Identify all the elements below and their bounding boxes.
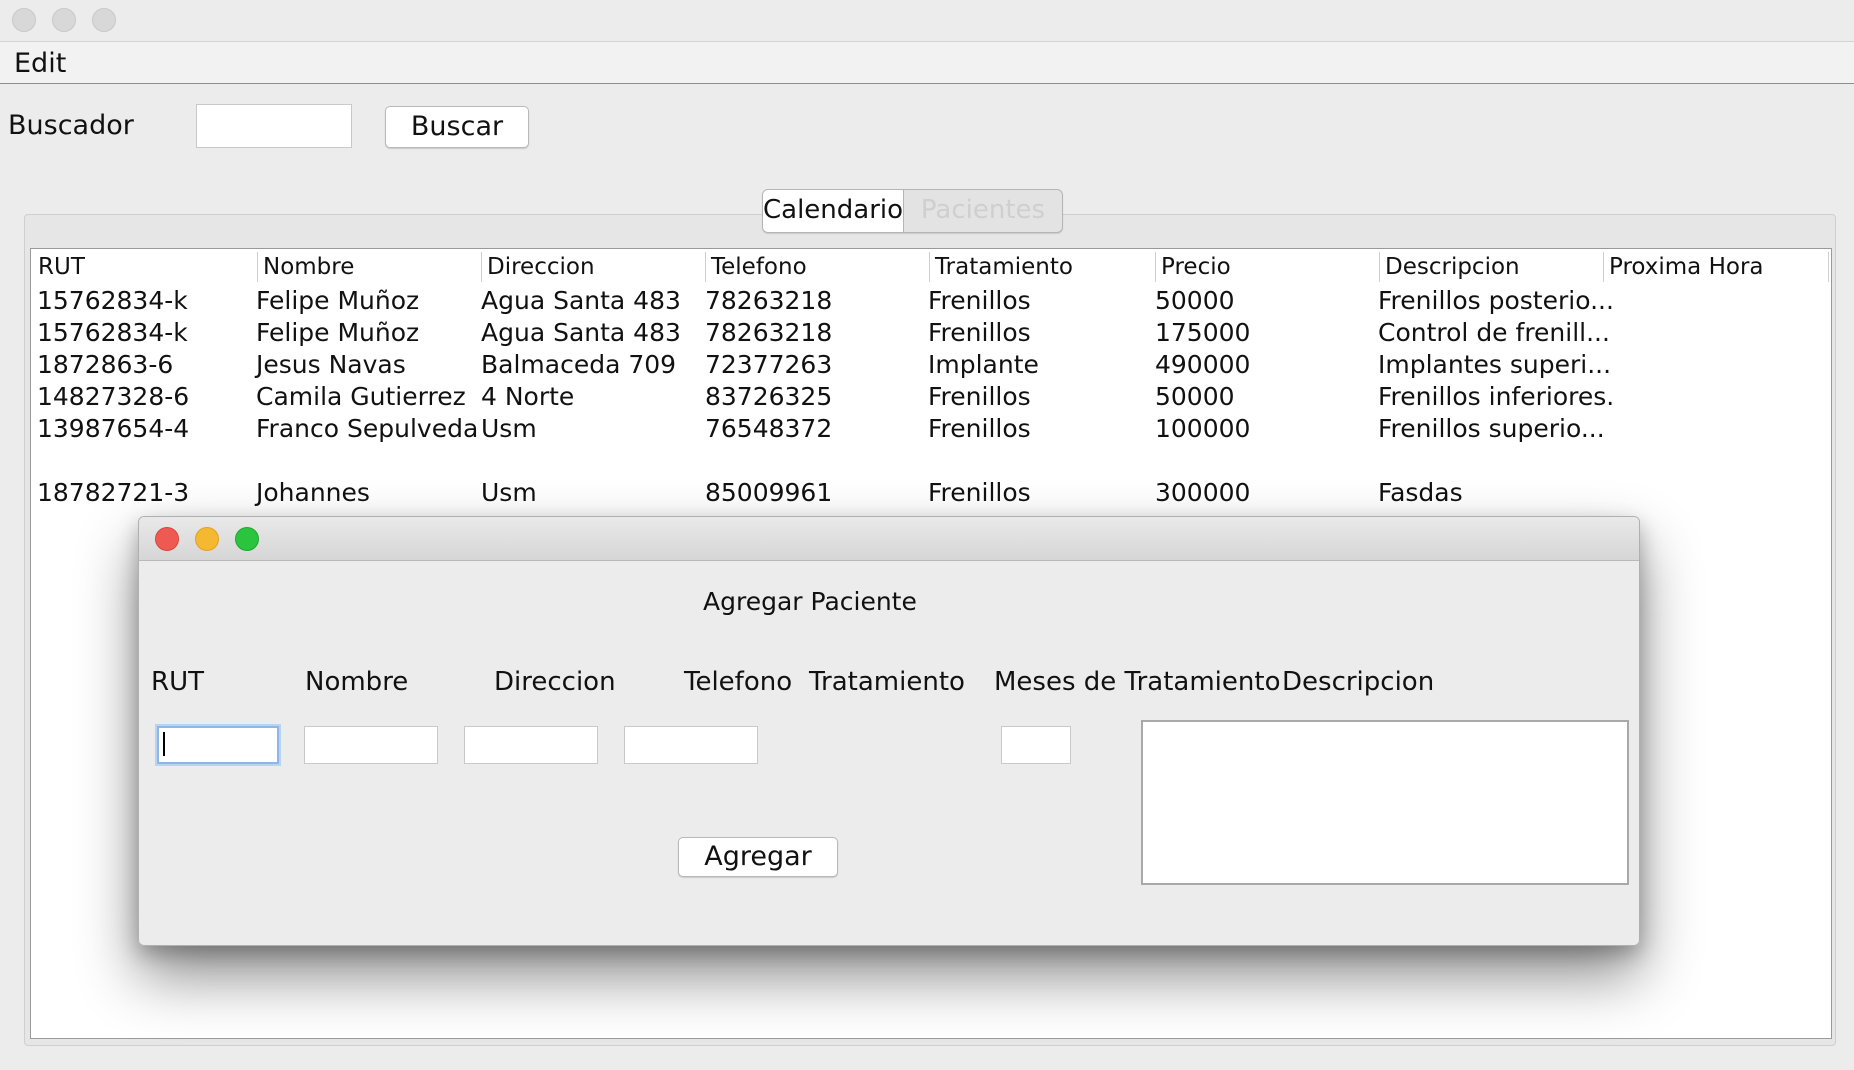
cell-nombre: Jesus Navas (256, 350, 406, 379)
column-header-telefono[interactable]: Telefono (705, 252, 929, 282)
table-row[interactable]: 15762834-k Felipe Muñoz Agua Santa 483 7826… (31, 317, 1831, 349)
cell-direccion: Agua Santa 483 (481, 318, 681, 347)
column-header-descripcion[interactable]: Descripcion (1379, 252, 1603, 282)
label-rut: RUT (151, 667, 204, 697)
main-title-bar (0, 0, 1854, 42)
dialog-close-icon[interactable] (155, 527, 179, 551)
meses-field[interactable] (1001, 726, 1071, 764)
rut-field[interactable] (157, 726, 279, 764)
cell-rut: 15762834-k (37, 286, 188, 315)
cell-nombre: Felipe Muñoz (256, 318, 420, 347)
cell-direccion: 4 Norte (481, 382, 575, 411)
cell-tratamiento: Implante (928, 350, 1039, 379)
table-row[interactable] (31, 445, 1831, 477)
direccion-field[interactable] (464, 726, 598, 764)
cell-tratamiento: Frenillos (928, 478, 1031, 507)
cell-descripcion: Frenillos inferiores. (1378, 382, 1615, 411)
cell-nombre: Johannes (256, 478, 370, 507)
table-row[interactable]: 13987654-4 Franco Sepulveda Usm 76548372 Fre… (31, 413, 1831, 445)
cell-telefono: 78263218 (705, 318, 833, 347)
search-label: Buscador (8, 110, 134, 141)
tab-pacientes[interactable]: Pacientes (904, 190, 1062, 232)
column-header-nombre[interactable]: Nombre (257, 252, 481, 282)
minimize-window-icon[interactable] (52, 8, 76, 32)
column-header-tratamiento[interactable]: Tratamiento (929, 252, 1155, 282)
cell-rut: 18782721-3 (37, 478, 190, 507)
search-input[interactable] (196, 104, 352, 148)
cell-precio: 50000 (1155, 382, 1235, 411)
column-header-proxima-hora[interactable]: Proxima Hora (1603, 252, 1829, 282)
cell-telefono: 83726325 (705, 382, 833, 411)
agregar-paciente-dialog: Agregar Paciente RUT Nombre Direccion Te… (138, 516, 1640, 946)
cell-direccion: Agua Santa 483 (481, 286, 681, 315)
label-direccion: Direccion (494, 667, 616, 697)
cell-direccion: Usm (481, 414, 537, 443)
cell-direccion: Balmaceda 709 (481, 350, 677, 379)
cell-telefono: 76548372 (705, 414, 833, 443)
cell-tratamiento: Frenillos (928, 414, 1031, 443)
cell-nombre: Felipe Muñoz (256, 286, 420, 315)
label-nombre: Nombre (305, 667, 409, 697)
telefono-field[interactable] (624, 726, 758, 764)
cell-rut: 15762834-k (37, 318, 188, 347)
column-header-direccion[interactable]: Direccion (481, 252, 705, 282)
dialog-heading: Agregar Paciente (703, 587, 917, 616)
cell-tratamiento: Frenillos (928, 382, 1031, 411)
dialog-maximize-icon[interactable] (235, 527, 259, 551)
nombre-field[interactable] (304, 726, 438, 764)
descripcion-textarea[interactable] (1141, 720, 1629, 885)
cell-precio: 50000 (1155, 286, 1235, 315)
table-row[interactable]: 18782721-3 Johannes Usm 85009961 Frenillos 30… (31, 477, 1831, 509)
tab-calendario[interactable]: Calendario (763, 190, 904, 232)
cell-telefono: 72377263 (705, 350, 833, 379)
cell-tratamiento: Frenillos (928, 286, 1031, 315)
label-descripcion: Descripcion (1282, 667, 1435, 697)
close-window-icon[interactable] (12, 8, 36, 32)
label-meses-tratamiento: Meses de Tratamiento (994, 667, 1281, 697)
cell-nombre: Camila Gutierrez (256, 382, 466, 411)
cell-descripcion: Frenillos superio... (1378, 414, 1605, 443)
cell-telefono: 85009961 (705, 478, 833, 507)
table-row[interactable]: 14827328-6 Camila Gutierrez 4 Norte 8372632… (31, 381, 1831, 413)
cell-descripcion: Control de frenill... (1378, 318, 1610, 347)
cell-nombre: Franco Sepulveda (256, 414, 479, 443)
column-header-rut[interactable]: RUT (33, 252, 257, 282)
cell-descripcion: Fasdas (1378, 478, 1463, 507)
search-button[interactable]: Buscar (385, 106, 529, 148)
column-header-precio[interactable]: Precio (1155, 252, 1379, 282)
menu-edit[interactable]: Edit (14, 48, 66, 79)
cell-telefono: 78263218 (705, 286, 833, 315)
maximize-window-icon[interactable] (92, 8, 116, 32)
dialog-title-bar (139, 517, 1639, 561)
table-row[interactable]: 1872863-6 Jesus Navas Balmaceda 709 7237726… (31, 349, 1831, 381)
cell-rut: 13987654-4 (37, 414, 190, 443)
dialog-minimize-icon[interactable] (195, 527, 219, 551)
label-telefono: Telefono (684, 667, 793, 697)
cell-precio: 490000 (1155, 350, 1251, 379)
cell-rut: 1872863-6 (37, 350, 174, 379)
text-caret (163, 732, 165, 756)
tab-bar: Calendario Pacientes (762, 189, 1063, 233)
cell-precio: 300000 (1155, 478, 1251, 507)
menu-bar: Edit (0, 42, 1854, 84)
label-tratamiento: Tratamiento (809, 667, 965, 697)
cell-tratamiento: Frenillos (928, 318, 1031, 347)
cell-precio: 100000 (1155, 414, 1251, 443)
cell-precio: 175000 (1155, 318, 1251, 347)
cell-direccion: Usm (481, 478, 537, 507)
cell-descripcion: Implantes superi... (1378, 350, 1612, 379)
cell-rut: 14827328-6 (37, 382, 190, 411)
cell-descripcion: Frenillos posterio... (1378, 286, 1614, 315)
table-row[interactable]: 15762834-k Felipe Muñoz Agua Santa 483 7826… (31, 285, 1831, 317)
agregar-button[interactable]: Agregar (678, 837, 838, 877)
